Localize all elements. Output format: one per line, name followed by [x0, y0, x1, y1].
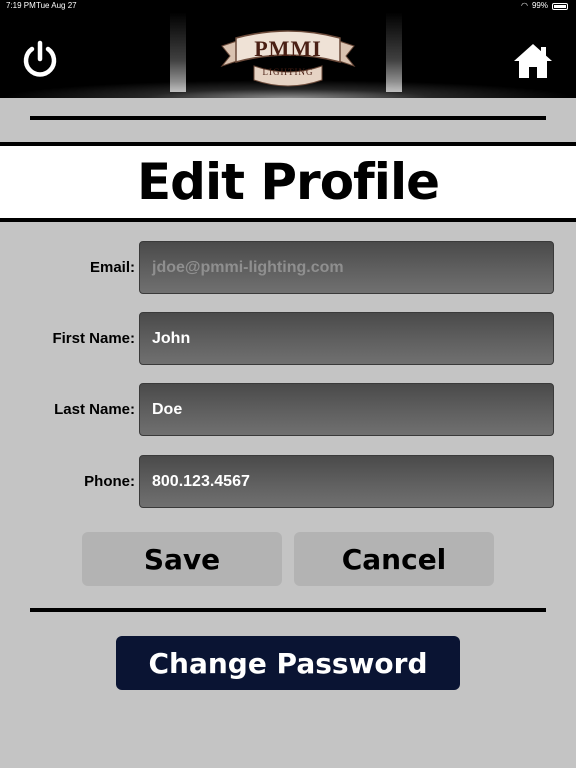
home-icon: [514, 44, 552, 78]
battery-percent: 99%: [531, 1, 548, 10]
status-time: 7:19 PM: [6, 1, 36, 10]
title-band: Edit Profile: [0, 142, 576, 222]
cancel-button[interactable]: Cancel: [294, 532, 494, 586]
logo-subtext: LIGHTING: [262, 67, 314, 77]
phone-label: Phone:: [84, 473, 135, 490]
app-header: PMMI LIGHTING: [0, 12, 576, 98]
phone-field[interactable]: 800.123.4567: [139, 455, 554, 508]
wifi-icon: ◠: [521, 1, 528, 10]
page-title: Edit Profile: [137, 153, 440, 211]
phone-row: Phone: 800.123.4567: [0, 455, 576, 509]
last-name-label: Last Name:: [54, 401, 135, 418]
first-name-row: First Name: John: [0, 312, 576, 366]
save-button[interactable]: Save: [82, 532, 282, 586]
status-date: Tue Aug 27: [36, 1, 77, 10]
power-button[interactable]: [20, 40, 60, 80]
home-button[interactable]: [512, 42, 554, 80]
battery-icon: [552, 2, 568, 10]
logo-text: PMMI: [254, 36, 322, 61]
last-name-row: Last Name: Doe: [0, 383, 576, 437]
status-indicators: ◠ 99%: [521, 0, 568, 12]
last-name-field[interactable]: Doe: [139, 383, 554, 436]
first-name-label: First Name:: [52, 330, 135, 347]
pmmi-logo: PMMI LIGHTING: [218, 26, 358, 88]
change-password-button[interactable]: Change Password: [116, 636, 460, 690]
first-name-field[interactable]: John: [139, 312, 554, 365]
top-divider: [30, 116, 546, 120]
status-bar: 7:19 PM Tue Aug 27 ◠ 99%: [0, 0, 576, 12]
email-row: Email: jdoe@pmmi-lighting.com: [0, 241, 576, 295]
email-field[interactable]: jdoe@pmmi-lighting.com: [139, 241, 554, 294]
power-icon: [23, 40, 57, 77]
email-label: Email:: [89, 259, 135, 276]
bottom-divider: [30, 608, 546, 612]
